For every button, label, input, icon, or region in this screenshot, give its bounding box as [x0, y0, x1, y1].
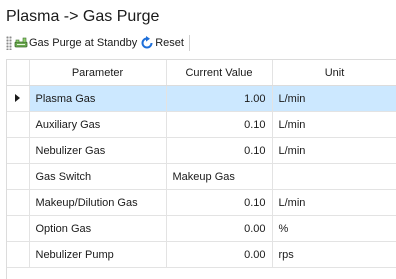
column-header-parameter[interactable]: Parameter: [29, 60, 167, 86]
table-row[interactable]: Nebulizer Gas 0.10 L/min: [7, 137, 396, 164]
value-cell[interactable]: Makeup Gas: [166, 163, 273, 190]
value-cell[interactable]: 0.10: [166, 189, 273, 216]
unit-cell[interactable]: %: [272, 215, 396, 242]
unit-cell[interactable]: L/min: [272, 189, 396, 216]
row-selector-header: [7, 60, 30, 86]
parameter-cell[interactable]: Plasma Gas: [29, 85, 167, 112]
parameter-cell[interactable]: Nebulizer Pump: [29, 241, 167, 268]
toolbar-grip-icon[interactable]: [6, 36, 12, 50]
table-row[interactable]: Auxiliary Gas 0.10 L/min: [7, 111, 396, 138]
unit-cell[interactable]: L/min: [272, 111, 396, 138]
parameter-cell[interactable]: Auxiliary Gas: [29, 111, 167, 138]
table-row[interactable]: Gas Switch Makeup Gas: [7, 163, 396, 190]
reset-arrow-icon: [140, 36, 154, 50]
reset-label: Reset: [155, 37, 184, 49]
parameter-cell[interactable]: Gas Switch: [29, 163, 167, 190]
unit-cell[interactable]: [272, 163, 396, 190]
table-row[interactable]: Nebulizer Pump 0.00 rps: [7, 241, 396, 268]
gas-purge-icon: [14, 36, 28, 50]
toolbar: Gas Purge at Standby Reset: [0, 33, 396, 53]
value-cell[interactable]: 0.10: [166, 111, 273, 138]
gas-purge-at-standby-button[interactable]: Gas Purge at Standby: [14, 36, 137, 50]
reset-button[interactable]: Reset: [140, 36, 184, 50]
row-selector[interactable]: [7, 189, 30, 216]
gas-purge-at-standby-label: Gas Purge at Standby: [29, 37, 138, 49]
value-cell[interactable]: 1.00: [166, 85, 273, 112]
toolbar-separator: [188, 35, 190, 51]
row-selector[interactable]: [7, 241, 30, 268]
value-cell[interactable]: 0.00: [166, 215, 273, 242]
current-row-arrow-icon: [15, 93, 21, 102]
row-selector[interactable]: [7, 215, 30, 242]
unit-cell[interactable]: L/min: [272, 85, 396, 112]
parameter-cell[interactable]: Makeup/Dilution Gas: [29, 189, 167, 216]
row-selector[interactable]: [7, 111, 30, 138]
row-selector[interactable]: [7, 163, 30, 190]
column-header-current-value[interactable]: Current Value: [166, 60, 273, 86]
parameter-cell[interactable]: Nebulizer Gas: [29, 137, 167, 164]
row-selector[interactable]: [7, 85, 30, 112]
value-cell[interactable]: 0.10: [166, 137, 273, 164]
unit-cell[interactable]: L/min: [272, 137, 396, 164]
table-row[interactable]: Plasma Gas 1.00 L/min: [7, 85, 396, 112]
row-selector[interactable]: [7, 137, 30, 164]
grid-header-row: Parameter Current Value Unit: [7, 60, 396, 86]
table-row[interactable]: Option Gas 0.00 %: [7, 215, 396, 242]
value-cell[interactable]: 0.00: [166, 241, 273, 268]
page-title: Plasma -> Gas Purge: [6, 8, 160, 25]
parameter-grid: Parameter Current Value Unit Plasma Gas …: [6, 59, 396, 279]
unit-cell[interactable]: rps: [272, 241, 396, 268]
table-row[interactable]: Makeup/Dilution Gas 0.10 L/min: [7, 189, 396, 216]
column-header-unit[interactable]: Unit: [272, 60, 396, 86]
parameter-cell[interactable]: Option Gas: [29, 215, 167, 242]
